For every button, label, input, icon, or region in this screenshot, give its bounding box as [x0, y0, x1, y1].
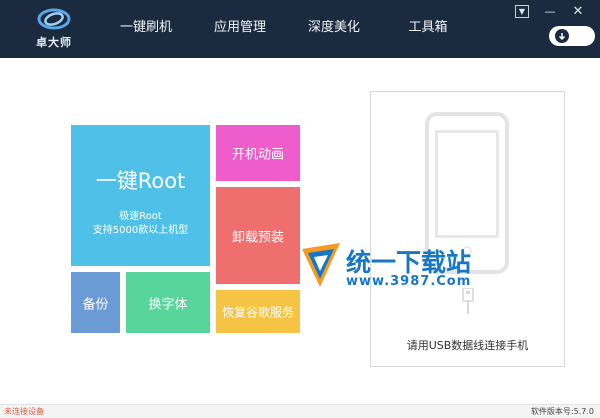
connect-usb-hint: 请用USB数据线连接手机: [406, 339, 529, 352]
boot-animation-tile[interactable]: 开机动画: [216, 125, 300, 181]
one-click-root-tile[interactable]: 一键Root 极速Root 支持5000款以上机型: [71, 125, 210, 266]
version-label: 软件版本号:5.7.0: [530, 407, 594, 416]
watermark-url: www.3987.Com: [346, 274, 472, 289]
watermark-logo-icon: [302, 243, 340, 287]
root-title: 一键Root: [95, 169, 186, 193]
nav-app-management[interactable]: 应用管理: [200, 0, 280, 58]
device-connection-panel: 请用USB数据线连接手机: [370, 91, 565, 367]
main-content: 一键Root 极速Root 支持5000款以上机型 备份 换字体 开机动画 卸载…: [0, 58, 600, 404]
change-font-label: 换字体: [148, 297, 188, 312]
connection-status: 未连接设备: [4, 407, 44, 416]
nav-one-click-flash[interactable]: 一键刷机: [106, 0, 186, 58]
root-subtitle-speed: 极速Root: [119, 211, 162, 222]
site-watermark: 统一下载站 www.3987.Com: [300, 241, 480, 301]
app-logo[interactable]: 卓大师: [34, 6, 74, 54]
restore-google-services-label: 恢复谷歌服务: [221, 305, 294, 319]
download-icon: [555, 29, 569, 43]
uninstall-preinstalled-tile[interactable]: 卸载预装: [216, 187, 300, 284]
backup-tile[interactable]: 备份: [71, 272, 120, 333]
download-manager-button[interactable]: [549, 26, 595, 46]
logo-text: 卓大师: [36, 36, 72, 49]
phone-screen: [435, 130, 499, 238]
minimize-icon[interactable]: —: [543, 5, 557, 18]
root-subtitle-models: 支持5000款以上机型: [92, 225, 189, 236]
uninstall-preinstalled-label: 卸载预装: [231, 230, 284, 245]
menu-dropdown-icon[interactable]: ▼: [515, 5, 529, 18]
change-font-tile[interactable]: 换字体: [126, 272, 210, 333]
close-icon[interactable]: ✕: [571, 5, 585, 18]
nav-toolbox[interactable]: 工具箱: [388, 0, 468, 58]
backup-label: 备份: [82, 297, 109, 312]
nav-deep-beautify[interactable]: 深度美化: [294, 0, 374, 58]
status-bar: 未连接设备 软件版本号:5.7.0: [0, 404, 600, 418]
title-bar: 卓大师 一键刷机 应用管理 深度美化 工具箱 ▼ — ✕: [0, 0, 600, 58]
restore-google-services-tile[interactable]: 恢复谷歌服务: [216, 290, 300, 333]
logo-icon: [37, 8, 71, 30]
boot-animation-label: 开机动画: [231, 147, 284, 163]
